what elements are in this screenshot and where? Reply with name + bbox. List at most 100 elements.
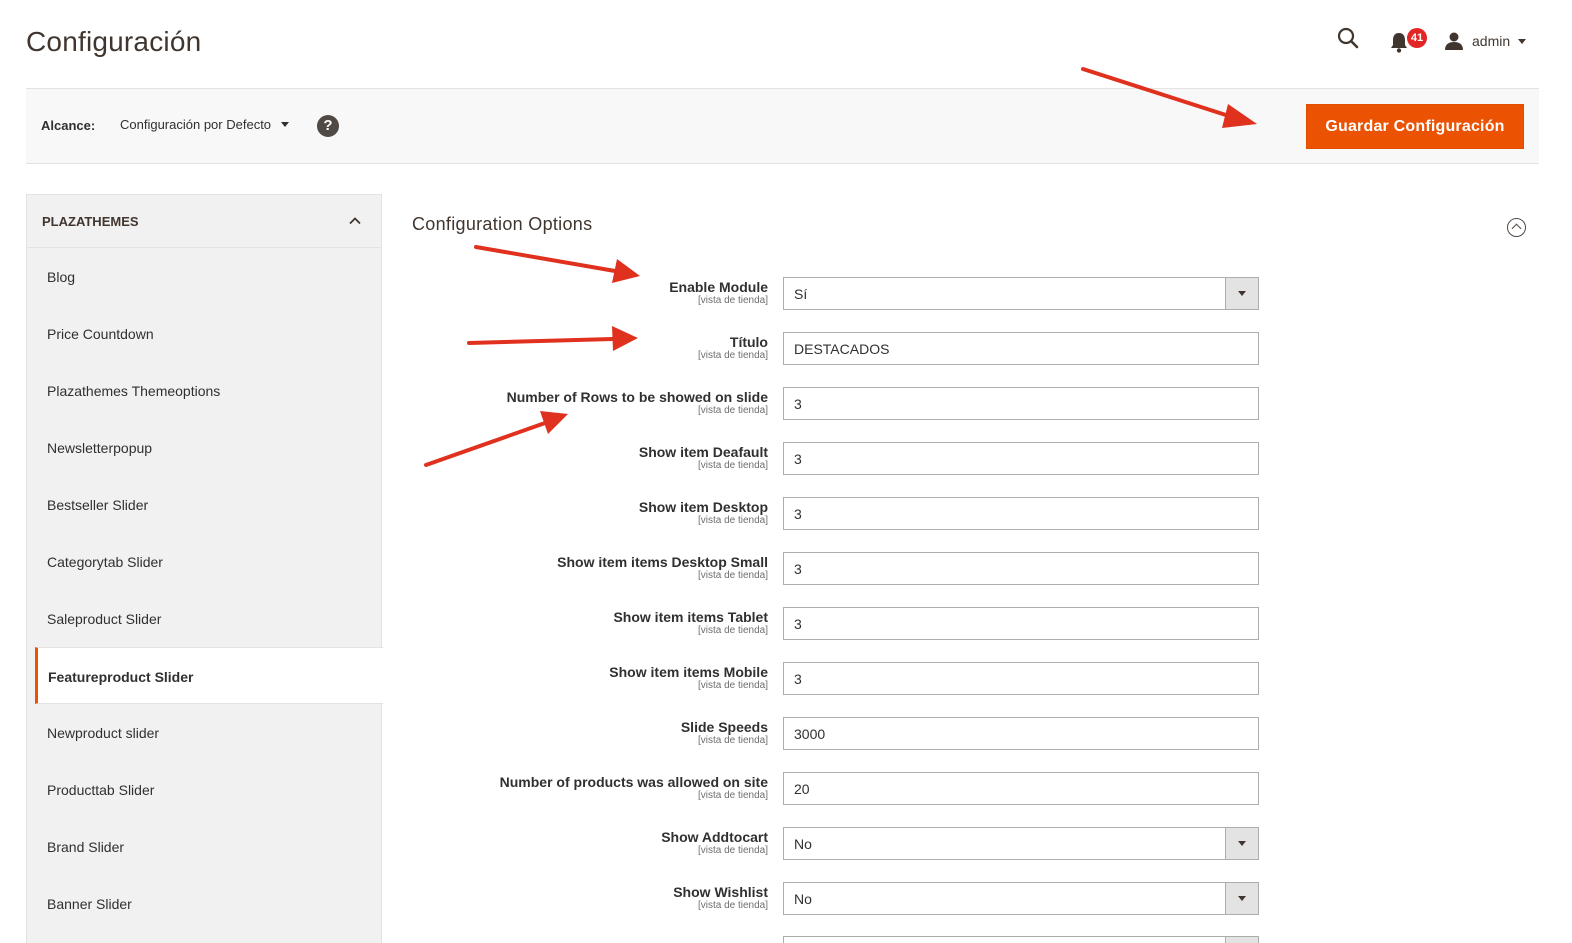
slide-speeds-input[interactable]	[783, 717, 1259, 750]
sidebar-item-themeoptions[interactable]: Plazathemes Themeoptions	[27, 362, 381, 419]
chevron-up-icon	[349, 217, 361, 225]
notification-count-badge: 41	[1407, 28, 1427, 48]
field-scope-text: [vista de tienda]	[697, 900, 768, 911]
field-label: Enable Module [vista de tienda]	[669, 279, 768, 307]
field-label-text: Slide Speeds	[680, 719, 768, 735]
sidebar-group-header[interactable]: PLAZATHEMES	[27, 195, 381, 248]
sidebar-item-label: Banner Slider	[47, 896, 132, 912]
sidebar-item-brand-slider[interactable]: Brand Slider	[27, 818, 381, 875]
chevron-down-icon	[1225, 883, 1258, 914]
sidebar-item-label: Featureproduct Slider	[48, 669, 194, 685]
field-row-show-item-desktop: Show item Desktop [vista de tienda]	[412, 497, 1272, 531]
field-scope-text: [vista de tienda]	[697, 680, 768, 691]
field-label-text: Number of Rows to be showed on slide	[506, 389, 768, 405]
field-label: Show Addtocart [vista de tienda]	[661, 829, 768, 857]
user-name: admin	[1472, 33, 1511, 49]
field-label: Number of Rows to be showed on slide [vi…	[507, 389, 768, 417]
sidebar-item-label: Price Countdown	[47, 326, 154, 342]
field-label: Show item items Tablet [vista de tienda]	[613, 609, 768, 637]
sidebar-item-producttab-slider[interactable]: Producttab Slider	[27, 761, 381, 818]
sidebar-item-label: Categorytab Slider	[47, 554, 163, 570]
sidebar-item-label: Blog	[47, 269, 76, 285]
field-row-show-item-mobile: Show item items Mobile [vista de tienda]	[412, 662, 1272, 696]
number-of-products-input[interactable]	[783, 772, 1259, 805]
field-scope-text: [vista de tienda]	[697, 845, 768, 856]
sidebar-item-newsletterpopup[interactable]: Newsletterpopup	[27, 419, 381, 476]
field-row-show-item-default: Show item Deafault [vista de tienda]	[412, 442, 1272, 476]
field-label-text: Show Wishlist	[673, 884, 768, 900]
sidebar-item-categorytab-slider[interactable]: Categorytab Slider	[27, 533, 381, 590]
sidebar-item-label: Brand Slider	[47, 839, 125, 855]
sidebar-item-bestseller-slider[interactable]: Bestseller Slider	[27, 476, 381, 533]
field-label-text: Number of products was allowed on site	[499, 774, 768, 790]
field-label-text: Enable Module	[669, 279, 768, 295]
sidebar-item-label: Bestseller Slider	[47, 497, 149, 513]
field-label-text: Show Addtocart	[661, 829, 768, 845]
field-row-enable-module: Enable Module [vista de tienda] Sí	[412, 277, 1272, 311]
field-label-text: Show item Deafault	[638, 444, 768, 460]
number-of-rows-input[interactable]	[783, 387, 1259, 420]
sidebar-item-label: Newsletterpopup	[47, 440, 153, 456]
chevron-down-icon	[1225, 278, 1258, 309]
caret-down-icon	[1518, 38, 1527, 44]
field-scope-text: [vista de tienda]	[697, 405, 768, 416]
scope-bar: Alcance: Configuración por Defecto ? Gua…	[26, 88, 1539, 164]
user-menu[interactable]: admin	[1444, 28, 1527, 54]
select-value: No	[794, 836, 812, 852]
save-config-button[interactable]: Guardar Configuración	[1306, 104, 1524, 149]
field-row-slide-speeds: Slide Speeds [vista de tienda]	[412, 717, 1272, 751]
collapse-section-icon[interactable]	[1507, 218, 1526, 237]
field-label-text: Show item items Desktop Small	[557, 554, 768, 570]
sidebar-list: Blog Price Countdown Plazathemes Themeop…	[27, 248, 383, 932]
field-scope-text: [vista de tienda]	[697, 625, 768, 636]
enable-module-select[interactable]: Sí	[783, 277, 1259, 310]
sidebar-item-price-countdown[interactable]: Price Countdown	[27, 305, 381, 362]
notifications-button[interactable]: 41	[1388, 26, 1427, 56]
field-row-show-item-desktop-small: Show item items Desktop Small [vista de …	[412, 552, 1272, 586]
field-scope-text: [vista de tienda]	[697, 350, 768, 361]
show-addtocart-select[interactable]: No	[783, 827, 1259, 860]
field-row-number-of-products: Number of products was allowed on site […	[412, 772, 1272, 806]
field-label-text: Show item Desktop	[638, 499, 768, 515]
field-label: Show Wishlist [vista de tienda]	[673, 884, 768, 912]
next-field-select-partial[interactable]	[783, 936, 1259, 943]
chevron-down-icon	[1225, 828, 1258, 859]
field-row-show-item-tablet: Show item items Tablet [vista de tienda]	[412, 607, 1272, 641]
field-label: Show item items Mobile [vista de tienda]	[609, 664, 768, 692]
sidebar-item-newproduct-slider[interactable]: Newproduct slider	[27, 704, 381, 761]
help-icon[interactable]: ?	[317, 115, 339, 137]
field-scope-text: [vista de tienda]	[697, 735, 768, 746]
show-item-tablet-input[interactable]	[783, 607, 1259, 640]
field-label-text: Título	[729, 334, 768, 350]
field-label: Show item items Desktop Small [vista de …	[557, 554, 768, 582]
show-wishlist-select[interactable]: No	[783, 882, 1259, 915]
field-scope-text: [vista de tienda]	[697, 515, 768, 526]
show-item-default-input[interactable]	[783, 442, 1259, 475]
select-value: No	[794, 891, 812, 907]
scope-label: Alcance:	[41, 118, 96, 133]
show-item-mobile-input[interactable]	[783, 662, 1259, 695]
show-item-desktop-input[interactable]	[783, 497, 1259, 530]
chevron-down-icon	[1225, 937, 1258, 943]
field-row-show-wishlist: Show Wishlist [vista de tienda] No	[412, 882, 1272, 916]
page-title: Configuración	[26, 26, 202, 57]
user-icon	[1445, 32, 1463, 50]
sidebar-item-label: Newproduct slider	[47, 725, 160, 741]
caret-down-icon	[281, 122, 290, 127]
field-label: Slide Speeds [vista de tienda]	[681, 719, 768, 747]
search-button[interactable]	[1336, 26, 1366, 56]
sidebar-item-label: Producttab Slider	[47, 782, 155, 798]
sidebar-item-blog[interactable]: Blog	[27, 248, 381, 305]
scope-value: Configuración por Defecto	[120, 117, 272, 132]
field-label-text: Show item items Mobile	[609, 664, 768, 680]
field-scope-text: [vista de tienda]	[697, 570, 768, 581]
sidebar-item-featureproduct-slider[interactable]: Featureproduct Slider	[35, 647, 383, 704]
sidebar-group-label: PLAZATHEMES	[42, 214, 139, 229]
titulo-input[interactable]	[783, 332, 1259, 365]
sidebar-item-saleproduct-slider[interactable]: Saleproduct Slider	[27, 590, 381, 647]
field-scope-text: [vista de tienda]	[697, 790, 768, 801]
sidebar-item-banner-slider[interactable]: Banner Slider	[27, 875, 381, 932]
field-row-number-of-rows: Number of Rows to be showed on slide [vi…	[412, 387, 1272, 421]
show-item-desktop-small-input[interactable]	[783, 552, 1259, 585]
scope-switcher[interactable]: Configuración por Defecto	[120, 117, 290, 132]
